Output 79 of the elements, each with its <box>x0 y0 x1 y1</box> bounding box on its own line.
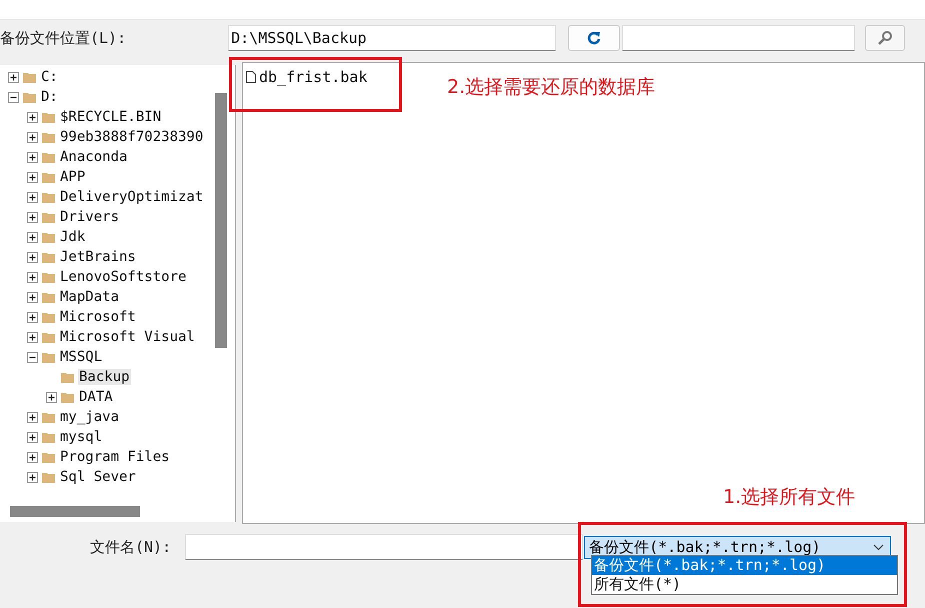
tree-item[interactable]: JetBrains <box>59 249 137 265</box>
tree-item[interactable]: D: <box>40 89 59 105</box>
expand-icon[interactable] <box>27 412 38 422</box>
scrollbar-thumb[interactable] <box>10 506 140 517</box>
folder-icon <box>42 412 55 422</box>
expand-icon[interactable] <box>27 432 38 442</box>
tree-item[interactable]: C: <box>40 69 59 85</box>
expand-icon[interactable] <box>27 172 38 182</box>
chevron-icon <box>873 544 884 550</box>
tree-item[interactable]: my_java <box>59 409 120 425</box>
tree-item[interactable]: $RECYCLE.BIN <box>59 109 162 125</box>
tree-item[interactable]: MapData <box>59 289 120 305</box>
tree-item[interactable]: Backup <box>78 369 131 385</box>
folder-icon <box>42 252 55 262</box>
tree-item[interactable]: MSSQL <box>59 349 104 365</box>
folder-icon <box>42 172 55 182</box>
expand-icon[interactable] <box>46 392 57 402</box>
expand-icon[interactable] <box>27 112 38 122</box>
file-name[interactable]: db_frist.bak <box>259 68 368 86</box>
folder-icon <box>42 212 55 222</box>
folder-icon <box>42 352 55 362</box>
folder-icon <box>23 92 36 102</box>
search-button[interactable] <box>865 25 906 51</box>
file-icon <box>246 71 256 83</box>
folder-icon <box>42 452 55 462</box>
folder-icon <box>42 312 55 322</box>
expand-icon[interactable] <box>27 312 38 322</box>
tree-item[interactable]: Microsoft <box>59 309 137 325</box>
annotation-text: 2.选择需要还原的数据库 <box>447 75 656 100</box>
tree-item[interactable]: LenovoSoftstore <box>59 269 188 285</box>
search-field[interactable] <box>622 25 856 51</box>
refresh-icon <box>587 31 602 45</box>
collapse-icon[interactable] <box>27 352 38 362</box>
folder-icon <box>42 192 55 202</box>
tree-item[interactable]: Jdk <box>59 229 86 245</box>
folder-icon <box>42 332 55 342</box>
expand-icon[interactable] <box>27 332 38 342</box>
expand-icon[interactable] <box>27 452 38 462</box>
folder-icon <box>42 152 55 162</box>
filename-field[interactable] <box>185 534 584 560</box>
tree-item[interactable]: 99eb3888f70238390 <box>59 129 204 145</box>
expand-icon[interactable] <box>27 272 38 282</box>
expand-icon[interactable] <box>27 212 38 222</box>
folder-icon <box>61 392 74 402</box>
scrollbar-thumb[interactable] <box>215 93 227 348</box>
folder-icon <box>42 472 55 482</box>
tree-item[interactable]: Drivers <box>59 209 120 225</box>
refresh-button[interactable] <box>568 25 620 51</box>
folder-icon <box>42 232 55 242</box>
dropdown-option[interactable]: 备份文件(*.bak;*.trn;*.log) <box>592 556 897 575</box>
search-icon <box>877 30 894 46</box>
folder-icon <box>61 372 74 382</box>
expand-icon[interactable] <box>27 152 38 162</box>
tree-item[interactable]: mysql <box>59 429 104 445</box>
folder-icon <box>42 292 55 302</box>
expand-icon[interactable] <box>27 192 38 202</box>
expand-icon[interactable] <box>27 232 38 242</box>
folder-icon <box>42 112 55 122</box>
folder-icon <box>23 72 36 82</box>
expand-icon[interactable] <box>8 72 19 82</box>
filename-label: 文件名(N): <box>90 538 172 556</box>
folder-icon <box>42 432 55 442</box>
tree-item[interactable]: Sql Sever <box>59 469 137 485</box>
expand-icon[interactable] <box>27 292 38 302</box>
folder-icon <box>42 132 55 142</box>
expand-icon[interactable] <box>27 132 38 142</box>
tree-item[interactable]: Program Files <box>59 449 171 465</box>
expand-icon[interactable] <box>27 472 38 482</box>
tree-item[interactable]: APP <box>59 169 86 185</box>
tree-item[interactable]: Microsoft Visual <box>59 329 196 345</box>
expand-icon[interactable] <box>27 252 38 262</box>
path-field[interactable]: D:\MSSQL\Backup <box>228 25 556 51</box>
tree-item[interactable]: DATA <box>78 389 114 405</box>
collapse-icon[interactable] <box>8 92 19 102</box>
folder-icon <box>42 272 55 282</box>
tree-item[interactable]: DeliveryOptimizat <box>59 189 204 205</box>
annotation-text: 1.选择所有文件 <box>723 485 856 510</box>
location-label: 备份文件位置(L): <box>0 28 126 48</box>
tree-item[interactable]: Anaconda <box>59 149 128 165</box>
